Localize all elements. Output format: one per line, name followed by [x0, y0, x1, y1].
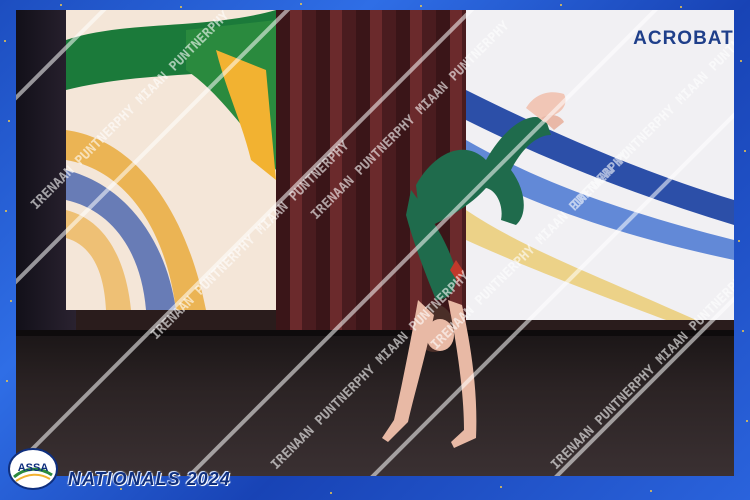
glitter-speck: [330, 492, 332, 494]
glitter-speck: [742, 330, 744, 332]
glitter-speck: [6, 380, 8, 382]
glitter-speck: [60, 4, 62, 6]
glitter-speck: [746, 420, 748, 422]
gymnast-figure: [382, 92, 566, 448]
glitter-speck: [680, 6, 682, 8]
glitter-speck: [650, 490, 652, 492]
glitter-speck: [500, 486, 502, 488]
glitter-speck: [180, 6, 182, 8]
glitter-speck: [300, 3, 302, 5]
event-title: NATIONALS 2024: [68, 469, 231, 489]
glitter-speck: [740, 60, 742, 62]
glitter-speck: [4, 40, 6, 42]
glitter-speck: [738, 240, 740, 242]
glitter-speck: [560, 4, 562, 6]
logo-text: ASSA: [18, 462, 49, 474]
glitter-speck: [8, 120, 10, 122]
glitter-speck: [5, 210, 7, 212]
assa-logo: ASSA: [8, 448, 58, 490]
glitter-speck: [10, 300, 12, 302]
event-photo: ACROBATI IRENAAN PUNTNERPHY MIAAN PUNTNE…: [16, 10, 734, 476]
glitter-speck: [744, 150, 746, 152]
glitter-speck: [420, 5, 422, 7]
